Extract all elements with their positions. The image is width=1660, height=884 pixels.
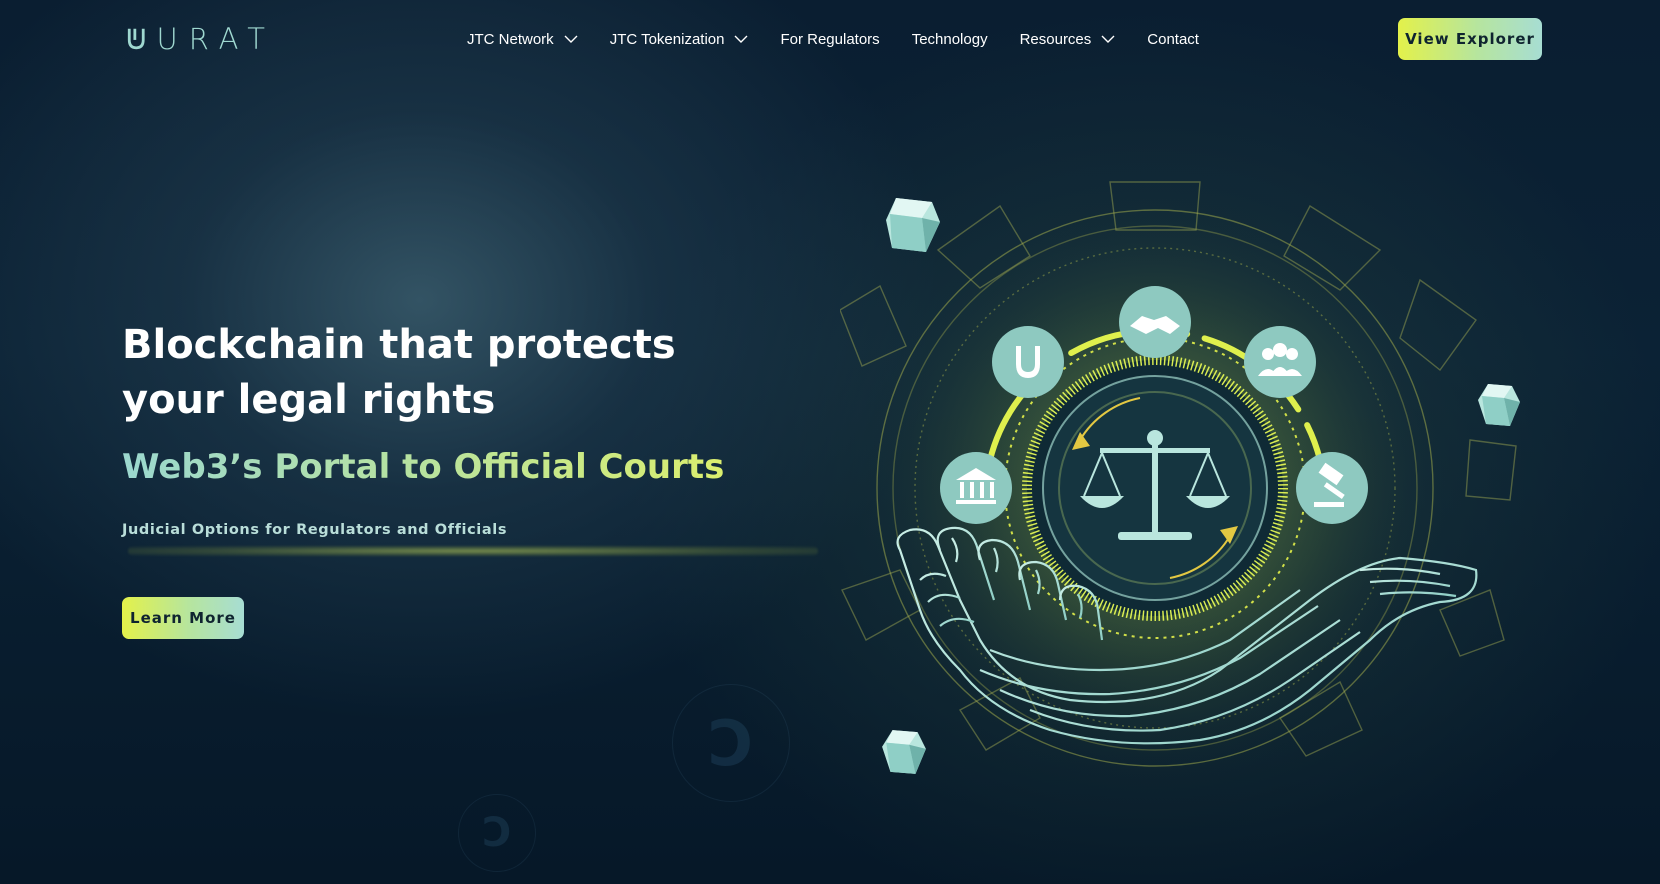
chevron-down-icon — [1101, 35, 1115, 43]
nav-item-label: JTC Network — [467, 30, 554, 48]
nav-item-contact[interactable]: Contact — [1147, 27, 1199, 51]
nav-item-label: Technology — [911, 30, 988, 48]
nav-item-jtc-tokenization[interactable]: JTC Tokenization — [610, 27, 749, 51]
hero-subtitle: Web3’s Portal to Official Courts — [122, 447, 725, 487]
nav-item-label: Contact — [1147, 30, 1199, 48]
hero-title-line: Blockchain that protects — [122, 322, 676, 368]
nav-item-label: For Regulators — [780, 30, 880, 48]
shield-logo-icon — [127, 28, 145, 50]
group-icon — [1244, 326, 1316, 398]
faint-coin-decoration: Ɔ — [458, 794, 536, 872]
view-explorer-button[interactable]: View Explorer — [1398, 18, 1542, 60]
chevron-down-icon — [734, 35, 748, 43]
justice-hand-illustration — [840, 181, 1517, 788]
faint-coin-decoration: Ɔ — [672, 684, 790, 802]
logo-wordmark: URAT — [156, 22, 276, 56]
nav-item-label: Resources — [1019, 30, 1092, 48]
hero-title-line: your legal rights — [122, 377, 496, 423]
nav-item-label: JTC Tokenization — [609, 30, 725, 48]
nav-item-resources[interactable]: Resources — [1020, 27, 1116, 51]
learn-more-button[interactable]: Learn More — [122, 597, 244, 639]
chevron-down-icon — [564, 35, 578, 43]
handshake-icon — [1119, 286, 1191, 358]
jurat-logo[interactable]: URAT — [126, 22, 276, 56]
main-nav: JTC Network JTC Tokenization For Regulat… — [467, 27, 1199, 51]
nav-item-technology[interactable]: Technology — [912, 27, 988, 51]
shield-icon — [992, 326, 1064, 398]
nav-item-jtc-network[interactable]: JTC Network — [467, 27, 578, 51]
gavel-icon — [1296, 452, 1368, 524]
bank-icon — [940, 452, 1012, 524]
site-header: URAT JTC Network JTC Tokenization For Re… — [0, 0, 1660, 80]
hero-tagline: Judicial Options for Regulators and Offi… — [122, 522, 508, 538]
hero-title: Blockchain that protects your legal righ… — [122, 318, 822, 428]
glow-divider — [128, 546, 818, 556]
nav-item-for-regulators[interactable]: For Regulators — [780, 27, 879, 51]
